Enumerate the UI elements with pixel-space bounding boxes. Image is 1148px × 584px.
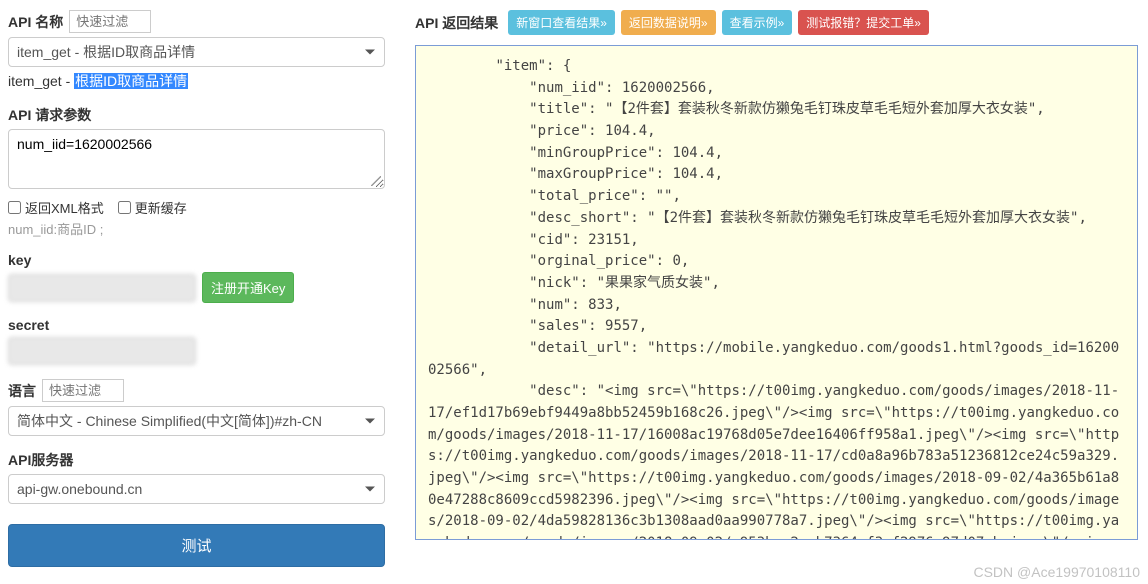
- param-hint: num_iid:商品ID ;: [8, 219, 385, 238]
- test-button[interactable]: 测试: [8, 524, 385, 567]
- key-label: key: [8, 252, 31, 268]
- api-echo-highlight: 根据ID取商品详情: [74, 73, 188, 89]
- key-input[interactable]: [8, 274, 196, 302]
- language-label: 语言: [8, 381, 36, 401]
- checkbox-cache[interactable]: 更新缓存: [118, 198, 187, 217]
- api-name-filter[interactable]: [69, 10, 151, 33]
- left-panel: API 名称 item_get - 根据ID取商品详情 item_get - 根…: [0, 0, 395, 584]
- register-key-button[interactable]: 注册开通Key: [202, 272, 294, 303]
- secret-label: secret: [8, 317, 49, 333]
- api-echo-line: item_get - 根据ID取商品详情: [8, 71, 385, 91]
- language-select[interactable]: 简体中文 - Chinese Simplified(中文[简体])#zh-CN: [8, 406, 385, 436]
- language-filter[interactable]: [42, 379, 124, 402]
- data-desc-button[interactable]: 返回数据说明»: [621, 10, 716, 35]
- server-select[interactable]: api-gw.onebound.cn: [8, 474, 385, 504]
- server-label: API服务器: [8, 450, 73, 470]
- result-output[interactable]: "item": { "num_iid": 1620002566, "title"…: [415, 45, 1138, 540]
- watermark: CSDN @Ace19970108110: [973, 564, 1140, 580]
- request-param-label: API 请求参数: [8, 105, 91, 125]
- checkbox-xml[interactable]: 返回XML格式: [8, 198, 104, 217]
- example-button[interactable]: 查看示例»: [722, 10, 793, 35]
- right-panel: API 返回结果 新窗口查看结果» 返回数据说明» 查看示例» 测试报错？提交工…: [395, 0, 1148, 584]
- checkbox-cache-input[interactable]: [118, 201, 131, 214]
- api-echo-prefix: item_get -: [8, 73, 74, 89]
- submit-ticket-button[interactable]: 测试报错？提交工单»: [798, 10, 929, 35]
- result-title: API 返回结果: [415, 13, 498, 33]
- request-param-textarea[interactable]: [8, 129, 385, 189]
- secret-input[interactable]: [8, 337, 196, 365]
- api-name-label: API 名称: [8, 12, 63, 32]
- checkbox-xml-input[interactable]: [8, 201, 21, 214]
- api-select[interactable]: item_get - 根据ID取商品详情: [8, 37, 385, 67]
- new-window-button[interactable]: 新窗口查看结果»: [508, 10, 615, 35]
